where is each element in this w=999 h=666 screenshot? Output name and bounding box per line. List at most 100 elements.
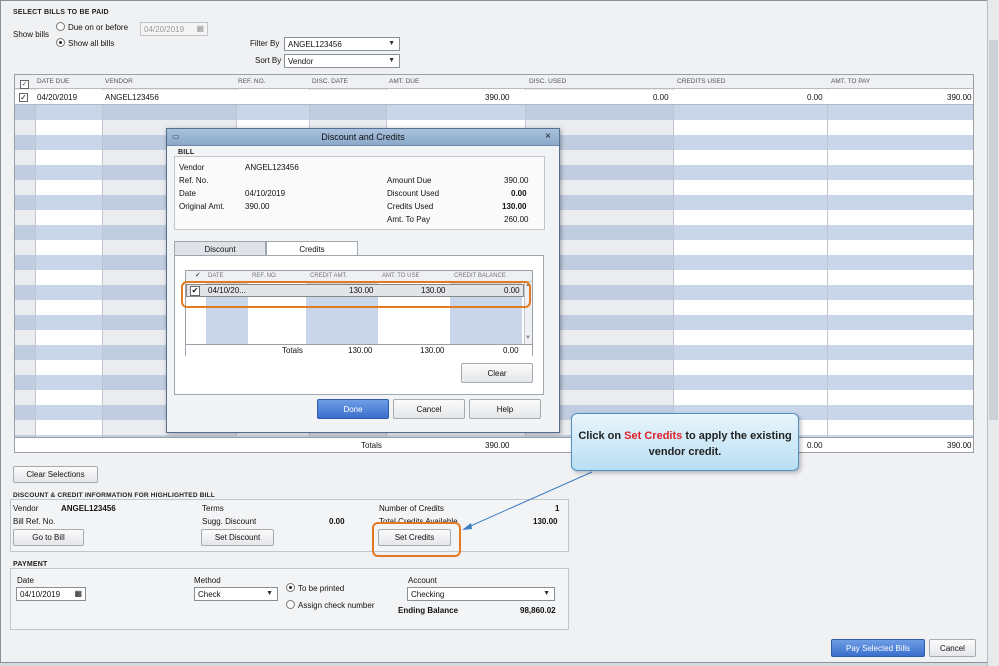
callout-highlight: Set Credits bbox=[624, 430, 683, 442]
filter-by-dropdown[interactable]: ANGEL123456 ▼ bbox=[284, 37, 400, 51]
payment-date-label: Date bbox=[17, 576, 34, 585]
set-credits-button[interactable]: Set Credits bbox=[378, 529, 451, 546]
discount-used-label: Discount Used bbox=[387, 189, 440, 198]
col-date[interactable]: DATE bbox=[208, 273, 224, 279]
row-amt-due: 390.00 bbox=[485, 93, 510, 102]
help-button[interactable]: Help bbox=[469, 399, 541, 419]
col-credit-balance[interactable]: CREDIT BALANCE bbox=[454, 273, 506, 279]
clear-selections-button[interactable]: Clear Selections bbox=[13, 466, 98, 483]
col-vendor[interactable]: VENDOR bbox=[105, 78, 133, 85]
show-all-bills-radio[interactable] bbox=[56, 38, 65, 48]
done-button[interactable]: Done bbox=[317, 399, 389, 419]
checkbox-icon: ✓ bbox=[20, 80, 29, 89]
payment-date-value: 04/10/2019 bbox=[20, 590, 61, 599]
row-disc-used: 0.00 bbox=[653, 93, 669, 102]
row-checkbox[interactable]: ✓ bbox=[19, 93, 28, 102]
dialog-title: Discount and Credits bbox=[321, 132, 405, 142]
col-date-due[interactable]: DATE DUE bbox=[37, 78, 69, 85]
assign-check-radio[interactable] bbox=[286, 600, 295, 610]
col-ref-no[interactable]: REF. NO. bbox=[238, 78, 265, 85]
to-be-printed-label: To be printed bbox=[298, 584, 345, 593]
scrollbar-thumb[interactable] bbox=[989, 40, 998, 420]
table-row[interactable]: ✓ 04/20/2019 ANGEL123456 390.00 0.00 0.0… bbox=[15, 90, 973, 105]
sugg-discount-value: 0.00 bbox=[329, 517, 345, 526]
dialog-cancel-button[interactable]: Cancel bbox=[393, 399, 465, 419]
total-amt-due: 390.00 bbox=[485, 441, 510, 450]
chevron-down-icon: ▼ bbox=[543, 590, 550, 597]
credits-total-to-use: 130.00 bbox=[420, 346, 445, 355]
bill-info-panel bbox=[174, 156, 545, 230]
ending-balance-label: Ending Balance bbox=[398, 606, 459, 615]
filter-value: ANGEL123456 bbox=[288, 40, 342, 49]
col-disc-used[interactable]: DISC. USED bbox=[529, 78, 566, 85]
payment-date-field[interactable]: 04/10/2019 ▦ bbox=[16, 587, 86, 601]
credits-totals-label: Totals bbox=[282, 346, 303, 355]
method-label: Method bbox=[194, 576, 221, 585]
dlg-date-value: 04/10/2019 bbox=[245, 189, 286, 198]
assign-check-label: Assign check number bbox=[298, 601, 375, 610]
sugg-discount-label: Sugg. Discount bbox=[202, 517, 257, 526]
dlg-date-label: Date bbox=[179, 189, 196, 198]
account-dropdown[interactable]: Checking ▼ bbox=[407, 587, 555, 601]
calendar-icon[interactable]: ▦ bbox=[74, 589, 82, 598]
row-vendor: ANGEL123456 bbox=[105, 93, 159, 102]
account-value: Checking bbox=[411, 590, 445, 599]
method-dropdown[interactable]: Check ▼ bbox=[194, 587, 278, 601]
col-credits-used[interactable]: CREDITS USED bbox=[677, 78, 725, 85]
dlg-vendor-label: Vendor bbox=[179, 163, 205, 172]
filter-by-label: Filter By bbox=[250, 39, 280, 48]
tab-credits[interactable]: Credits bbox=[266, 241, 358, 256]
to-be-printed-radio[interactable] bbox=[286, 583, 295, 593]
callout-prefix: Click on bbox=[578, 430, 622, 442]
vendor-value: ANGEL123456 bbox=[61, 504, 116, 513]
amt-to-pay-value: 260.00 bbox=[504, 215, 529, 224]
go-to-bill-button[interactable]: Go to Bill bbox=[13, 529, 84, 546]
due-date-value: 04/20/2019 bbox=[144, 25, 185, 34]
clear-button[interactable]: Clear bbox=[461, 363, 533, 383]
pay-selected-bills-button[interactable]: Pay Selected Bills bbox=[831, 639, 925, 657]
row-date-due: 04/20/2019 bbox=[37, 93, 78, 102]
col-ref-no[interactable]: REF. NO. bbox=[252, 273, 277, 279]
dialog-titlebar[interactable]: ▭ Discount and Credits × bbox=[167, 129, 559, 146]
callout-arrow bbox=[462, 471, 593, 530]
scroll-down-icon[interactable]: ▼ bbox=[525, 335, 531, 341]
radio-icon bbox=[56, 22, 65, 32]
due-on-before-label: Due on or before bbox=[68, 23, 129, 32]
terms-label: Terms bbox=[202, 504, 224, 513]
bills-table-header: ✓ DATE DUE VENDOR REF. NO. DISC. DATE AM… bbox=[15, 75, 973, 89]
row-credits-used: 0.00 bbox=[807, 93, 823, 102]
amount-due-label: Amount Due bbox=[387, 176, 432, 185]
col-disc-date[interactable]: DISC. DATE bbox=[312, 78, 348, 85]
bill-section-title: BILL bbox=[178, 149, 195, 156]
col-amt-to-pay[interactable]: AMT. TO PAY bbox=[831, 78, 870, 85]
amount-due-value: 390.00 bbox=[504, 176, 529, 185]
select-bills-title: SELECT BILLS TO BE PAID bbox=[13, 9, 109, 16]
show-bills-label: Show bills bbox=[13, 30, 50, 39]
calendar-icon: ▦ bbox=[196, 24, 204, 33]
discount-credit-title: DISCOUNT & CREDIT INFORMATION FOR HIGHLI… bbox=[13, 492, 215, 499]
sort-by-dropdown[interactable]: Vendor ▼ bbox=[284, 54, 400, 68]
method-value: Check bbox=[198, 590, 221, 599]
window-scrollbar[interactable] bbox=[987, 0, 999, 666]
radio-selected-icon bbox=[56, 38, 65, 48]
col-amt-to-use[interactable]: AMT. TO USE bbox=[382, 273, 419, 279]
discount-credits-dialog: ▭ Discount and Credits × BILL Vendor ANG… bbox=[166, 128, 560, 433]
close-icon[interactable]: × bbox=[545, 131, 551, 142]
payment-title: PAYMENT bbox=[13, 561, 48, 568]
row-amt-to-pay: 390.00 bbox=[947, 93, 972, 102]
show-all-bills-label: Show all bills bbox=[68, 39, 115, 48]
col-amt-due[interactable]: AMT. DUE bbox=[389, 78, 419, 85]
sort-by-label: Sort By bbox=[255, 56, 282, 65]
totals-row: Totals 390.00 0.00 390.00 bbox=[14, 437, 974, 453]
col-check: ✓ bbox=[195, 272, 201, 279]
chevron-down-icon: ▼ bbox=[388, 40, 395, 47]
set-discount-button[interactable]: Set Discount bbox=[201, 529, 274, 546]
credits-used-value: 130.00 bbox=[502, 202, 527, 211]
instruction-callout: Click on Set Credits to apply the existi… bbox=[571, 413, 799, 471]
due-on-before-radio[interactable] bbox=[56, 22, 65, 32]
tab-discount[interactable]: Discount bbox=[174, 241, 266, 256]
dlg-orig-label: Original Amt. bbox=[179, 202, 225, 211]
dlg-vendor-value: ANGEL123456 bbox=[245, 163, 299, 172]
cancel-button[interactable]: Cancel bbox=[929, 639, 976, 657]
col-credit-amt[interactable]: CREDIT AMT. bbox=[310, 273, 347, 279]
